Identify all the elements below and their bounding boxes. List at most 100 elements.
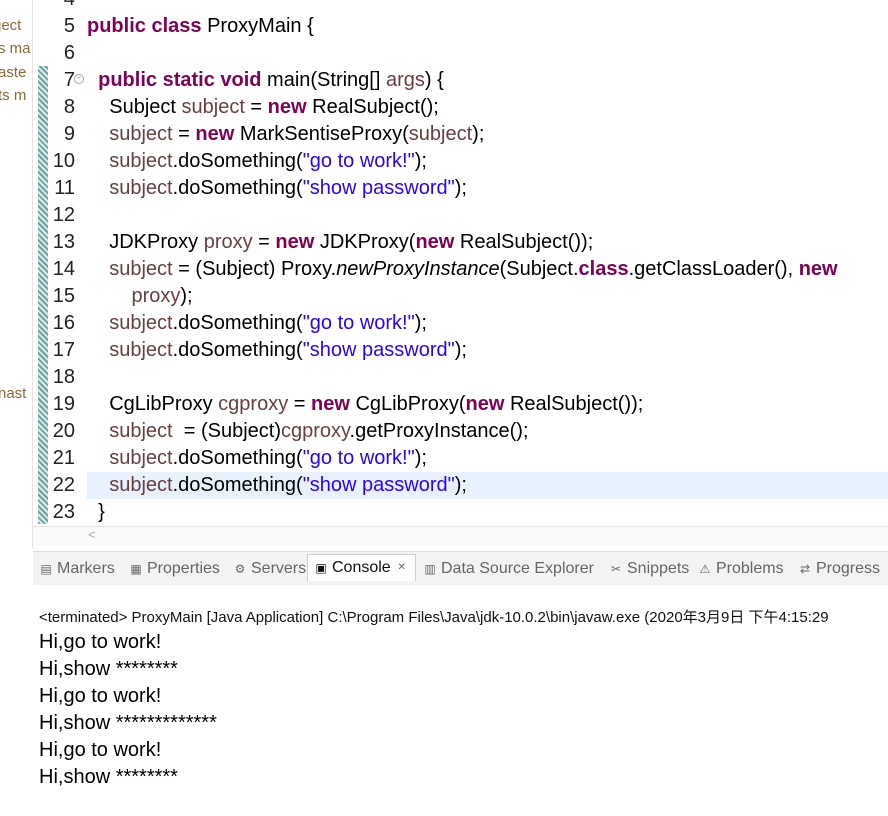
tab-servers[interactable]: ⚙ Servers <box>233 556 307 582</box>
view-tab-bar: ▤ Markers ▦ Properties ⚙ Servers ▣ Console ✕ ▥ Dat… <box>33 551 888 586</box>
code-token: = (Subject) Proxy. <box>172 258 337 280</box>
scroll-left-icon[interactable]: < <box>88 527 96 542</box>
line-number: 10 <box>52 150 75 172</box>
code-line[interactable]: subject.doSomething("go to work!"); <box>87 445 888 472</box>
code-line[interactable]: } <box>87 499 888 526</box>
code-token: subject <box>109 474 173 496</box>
code-token: new <box>195 123 240 145</box>
code-line[interactable]: subject.doSomething("show password"); <box>87 472 888 499</box>
console-status: <terminated> ProxyMain [Java Application… <box>39 609 829 626</box>
line-number: 13 <box>52 231 75 253</box>
explorer-item-fragment[interactable]: s ma <box>0 40 31 57</box>
code-token: CgLibProxy <box>87 393 219 415</box>
code-line[interactable]: subject = new MarkSentiseProxy(subject); <box>87 121 888 148</box>
code-token: "show password" <box>302 474 455 496</box>
code-token: subject <box>109 150 173 172</box>
code-line[interactable] <box>87 364 888 391</box>
console-line: Hi,go to work! <box>39 739 162 761</box>
fold-toggle-icon[interactable]: − <box>74 74 84 84</box>
markers-icon: ▤ <box>40 562 52 576</box>
tab-label: Console <box>332 559 391 576</box>
tab-label: Markers <box>57 560 115 577</box>
line-number: 11 <box>54 177 75 199</box>
code-token: new <box>798 258 838 280</box>
code-line[interactable]: proxy); <box>87 283 888 310</box>
line-number: 20 <box>52 420 75 442</box>
code-line[interactable]: Subject subject = new RealSubject(); <box>87 94 888 121</box>
explorer-item-fragment[interactable]: aste <box>0 64 26 81</box>
code-token: subject <box>109 312 173 334</box>
progress-icon: ⇄ <box>799 562 811 576</box>
line-number: 5 <box>63 15 75 37</box>
code-line[interactable]: public static void main(String[] args) { <box>87 67 888 94</box>
code-token: .doSomething( <box>172 150 303 172</box>
tab-progress[interactable]: ⇄ Progress <box>798 556 880 582</box>
code-token: cgproxy <box>281 420 350 442</box>
code-token: RealSubject(); <box>312 96 439 118</box>
tab-markers[interactable]: ▤ Markers <box>39 556 115 582</box>
code-token: proxy <box>131 285 181 307</box>
line-number: 7 <box>63 69 75 91</box>
code-token: "show password" <box>302 177 455 199</box>
code-token: .getClassLoader(), <box>628 258 799 280</box>
code-token: subject <box>109 123 173 145</box>
tab-properties[interactable]: ▦ Properties <box>129 556 220 582</box>
snippets-icon: ✂ <box>610 562 622 576</box>
tab-snippets[interactable]: ✂ Snippets <box>609 556 689 582</box>
code-token: = <box>252 231 276 253</box>
code-token: .doSomething( <box>172 339 303 361</box>
code-token: ); <box>454 474 467 496</box>
code-token: "show password" <box>302 339 455 361</box>
code-token: MarkSentiseProxy( <box>239 123 409 145</box>
code-token: RealSubject()); <box>459 231 594 253</box>
code-line[interactable]: subject.doSomething("go to work!"); <box>87 148 888 175</box>
line-number: 23 <box>52 501 75 523</box>
code-token: .doSomething( <box>172 447 303 469</box>
code-token: args <box>385 69 425 91</box>
code-line[interactable]: subject = (Subject) Proxy.newProxyInstan… <box>87 256 888 283</box>
tab-label: Progress <box>816 560 881 577</box>
close-icon[interactable]: ✕ <box>395 561 409 575</box>
line-number: 9 <box>63 123 75 145</box>
code-line[interactable]: subject.doSomething("go to work!"); <box>87 310 888 337</box>
code-token: = <box>288 393 311 415</box>
code-token: ); <box>414 447 427 469</box>
tab-data-source-explorer[interactable]: ▥ Data Source Explorer <box>423 556 594 582</box>
code-line[interactable]: subject.doSomething("show password"); <box>87 175 888 202</box>
code-line[interactable] <box>87 202 888 229</box>
code-token: subject <box>408 123 473 145</box>
line-number: 8 <box>63 96 75 118</box>
code-token: newProxyInstance <box>336 258 500 280</box>
code-token: = <box>172 123 196 145</box>
code-token: class <box>578 258 629 280</box>
explorer-item-fragment[interactable]: ts m <box>0 87 26 104</box>
code-token: = <box>244 96 268 118</box>
tab-label: Data Source Explorer <box>441 560 594 577</box>
tab-problems[interactable]: ⚠ Problems <box>698 556 784 582</box>
code-line[interactable]: subject.doSomething("show password"); <box>87 337 888 364</box>
tab-console[interactable]: ▣ Console ✕ <box>307 554 416 581</box>
code-line[interactable]: public class ProxyMain { <box>87 13 888 40</box>
code-editor[interactable]: − 4 5 public class ProxyMain {6 7 public st… <box>33 0 888 548</box>
code-token: JDKProxy( <box>319 231 416 253</box>
code-token: public class <box>87 15 208 37</box>
code-token: .doSomething( <box>172 474 303 496</box>
explorer-item-fragment[interactable]: ject <box>0 17 21 34</box>
code-line[interactable]: JDKProxy proxy = new JDKProxy(new RealSu… <box>87 229 888 256</box>
code-line[interactable]: CgLibProxy cgproxy = new CgLibProxy(new … <box>87 391 888 418</box>
horizontal-scrollbar[interactable]: < <box>33 526 888 545</box>
code-line[interactable] <box>87 0 888 13</box>
line-number: 14 <box>52 258 75 280</box>
console-line: Hi,show ******** <box>39 766 178 788</box>
explorer-item-fragment[interactable]: nast <box>0 385 26 402</box>
line-number: 12 <box>52 204 75 226</box>
code-line[interactable] <box>87 40 888 67</box>
code-line[interactable]: subject = (Subject)cgproxy.getProxyInsta… <box>87 418 888 445</box>
tab-label: Servers <box>251 560 307 577</box>
code-token: Subject <box>87 96 182 118</box>
